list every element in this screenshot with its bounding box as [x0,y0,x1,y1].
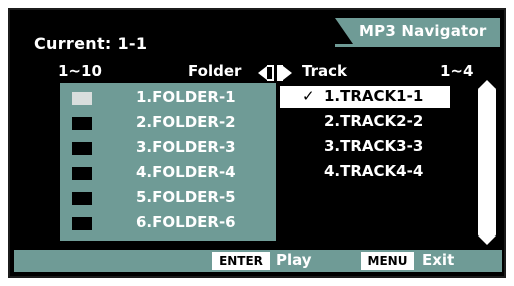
folder-item-label: 5.FOLDER-5 [136,188,236,206]
track-range-label: 1~4 [440,62,474,80]
folder-item-label: 2.FOLDER-2 [136,113,236,131]
play-action-label: Play [276,251,312,269]
folder-item-5[interactable]: 5.FOLDER-5 [60,187,276,209]
exit-action-label: Exit [422,251,455,269]
scroll-down-icon[interactable] [478,236,496,245]
folder-item-label: 4.FOLDER-4 [136,163,236,181]
track-item-label: 4.TRACK4-4 [324,162,424,180]
title-tab: MP3 Navigator [335,18,500,44]
folder-item-2[interactable]: 2.FOLDER-2 [60,112,276,134]
track-item-3[interactable]: 3.TRACK3-3 [280,136,450,158]
folder-indicator-icon [72,192,92,205]
scrollbar[interactable] [478,88,496,236]
folder-range-label: 1~10 [58,62,102,80]
current-position-label: Current: 1-1 [34,34,148,53]
folder-item-3[interactable]: 3.FOLDER-3 [60,137,276,159]
track-column-label: Track [302,62,347,80]
checkmark-icon: ✓ [302,87,315,105]
folder-indicator-icon [72,142,92,155]
title-tab-underline [335,44,500,47]
toggle-left-box [267,65,274,81]
folder-indicator-icon [72,117,92,130]
folder-item-1[interactable]: 1.FOLDER-1 [60,87,276,109]
track-item-1[interactable]: ✓ 1.TRACK1-1 [280,86,450,108]
folder-indicator-icon [72,92,92,105]
track-item-4[interactable]: 4.TRACK4-4 [280,161,450,183]
bottom-bar: ENTER Play MENU Exit [14,250,502,272]
folder-item-4[interactable]: 4.FOLDER-4 [60,162,276,184]
folder-item-label: 6.FOLDER-6 [136,213,236,231]
enter-key-button[interactable]: ENTER [212,252,270,270]
folder-item-label: 1.FOLDER-1 [136,88,236,106]
folder-item-label: 3.FOLDER-3 [136,138,236,156]
folder-list: 1.FOLDER-1 2.FOLDER-2 3.FOLDER-3 4.FOLDE… [60,83,276,241]
track-item-label: 3.TRACK3-3 [324,137,424,155]
track-item-label: 2.TRACK2-2 [324,112,424,130]
folder-item-6[interactable]: 6.FOLDER-6 [60,212,276,234]
track-item-2[interactable]: 2.TRACK2-2 [280,111,450,133]
mp3-navigator-screen: MP3 Navigator Current: 1-1 1~10 Folder T… [14,16,502,272]
menu-key-button[interactable]: MENU [361,252,414,270]
folder-column-label: Folder [188,62,242,80]
arrow-left-icon[interactable] [258,66,267,80]
arrow-right-icon[interactable] [283,66,292,80]
folder-indicator-icon [72,217,92,230]
track-item-label: 1.TRACK1-1 [324,87,424,105]
folder-indicator-icon [72,167,92,180]
